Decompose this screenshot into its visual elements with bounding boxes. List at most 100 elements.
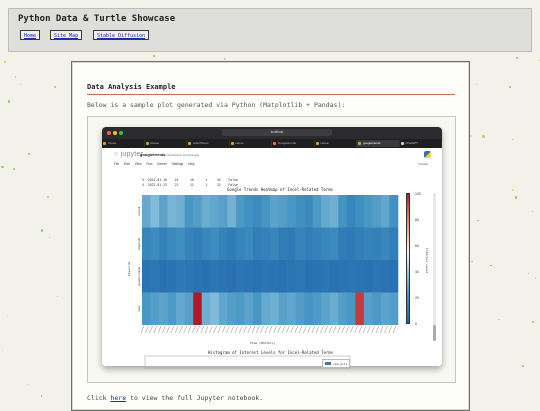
- heatmap-cell: [372, 195, 382, 228]
- heatmap-cell: [252, 292, 262, 325]
- x-tick-mark: [367, 325, 371, 334]
- x-tick-mark: [153, 325, 157, 334]
- heatmap-cell: [355, 227, 365, 260]
- heatmap-cell: [159, 195, 168, 228]
- heatmap-cell: [159, 292, 168, 325]
- heatmap-cell: [176, 292, 185, 325]
- heatmap-cell: [142, 260, 151, 293]
- heatmap-cell: [252, 227, 262, 260]
- x-tick-mark: [273, 325, 277, 334]
- x-tick-mark: [213, 325, 217, 334]
- x-tick-mark: [234, 325, 239, 334]
- heatmap-cell: [287, 292, 296, 325]
- heatmap-cell: [278, 292, 288, 325]
- heatmap-cell: [176, 227, 185, 260]
- x-tick-mark: [290, 325, 294, 334]
- x-tick-mark: [183, 325, 187, 334]
- heatmap-cell: [389, 292, 399, 325]
- heatmap-cell: [355, 260, 365, 293]
- heatmap-cell: [244, 227, 254, 260]
- heatmap-cell: [346, 227, 356, 260]
- x-tick-mark: [145, 325, 149, 334]
- x-tick-mark: [350, 325, 354, 334]
- x-tick-mark: [149, 325, 153, 334]
- x-tick-mark: [204, 325, 209, 334]
- heatmap-cell: [244, 195, 254, 228]
- x-tick-mark: [294, 325, 298, 334]
- x-tick-mark: [217, 325, 222, 334]
- colorbar-tick-label: 80: [415, 218, 419, 222]
- heatmap-cell: [261, 195, 271, 228]
- heatmap-cell: [372, 292, 382, 325]
- heatmap-cell: [159, 227, 168, 260]
- heatmap-cell: [201, 292, 211, 325]
- x-tick-mark: [187, 325, 192, 334]
- x-tick-mark: [337, 325, 341, 334]
- colorbar-tick-label: 60: [415, 244, 419, 248]
- heatmap-cell: [287, 227, 296, 260]
- heatmap-cell: [304, 292, 313, 325]
- heatmap-cell: [295, 292, 305, 325]
- heatmap-cell: [218, 227, 228, 260]
- heatmap-cell: [295, 260, 305, 293]
- heatmap-cell: [329, 292, 339, 325]
- heatmap-cell: [389, 227, 399, 260]
- heatmap-cell: [252, 195, 262, 228]
- heatmap-cell: [295, 195, 305, 228]
- heatmap-cell: [142, 227, 151, 260]
- colorbar-tick-label: 40: [415, 270, 419, 274]
- heatmap-cell: [201, 195, 211, 228]
- heatmap-cell: [372, 227, 382, 260]
- heatmap-cell: [372, 260, 382, 293]
- heatmap-cell: [167, 195, 177, 228]
- x-tick-mark: [260, 325, 264, 334]
- x-tick-mark: [243, 325, 247, 334]
- heatmap-cell: [167, 292, 177, 325]
- x-tick-mark: [298, 325, 303, 334]
- heatmap-cell: [270, 227, 279, 260]
- heatmap-cell: [338, 292, 348, 325]
- x-tick-mark: [345, 325, 350, 334]
- heatmap-cell: [210, 227, 220, 260]
- x-tick-mark: [320, 325, 324, 334]
- x-tick-mark: [174, 325, 179, 334]
- x-tick-mark: [192, 325, 196, 334]
- heatmap-row-label: black pill: [137, 238, 141, 250]
- heatmap-cell: [321, 292, 331, 325]
- x-tick-mark: [375, 325, 380, 334]
- x-tick-mark: [281, 325, 286, 334]
- x-tick-mark: [256, 325, 260, 334]
- heatmap-cell: [210, 292, 220, 325]
- x-tick-mark: [333, 325, 337, 334]
- heatmap-cell: [389, 260, 399, 293]
- x-tick-mark: [362, 325, 367, 334]
- heatmap-cell: [218, 260, 228, 293]
- heatmap-cell: [363, 227, 373, 260]
- heatmap-cell: [184, 227, 194, 260]
- heatmap-cell: [287, 260, 296, 293]
- heatmap-cell: [278, 260, 288, 293]
- heatmap-cell: [176, 260, 185, 293]
- x-tick-mark: [209, 325, 213, 334]
- heatmap-cell: [252, 260, 262, 293]
- colorbar-tick-label: 20: [415, 296, 419, 300]
- heatmap-cell: [363, 195, 373, 228]
- x-tick-mark: [358, 325, 363, 334]
- x-tick-mark: [388, 325, 392, 334]
- x-tick-mark: [371, 325, 375, 334]
- heatmap-cell: [227, 292, 237, 325]
- x-tick-mark: [251, 325, 256, 334]
- heatmap-cell: [201, 227, 211, 260]
- x-tick-mark: [277, 325, 281, 334]
- heatmap-cell: [142, 195, 151, 228]
- heatmap-cell: [150, 260, 160, 293]
- heatmap-cell: [227, 227, 237, 260]
- legend-swatch: [325, 362, 331, 365]
- heatmap-cell: [184, 292, 194, 325]
- heatmap-cell: [244, 292, 254, 325]
- heatmap-cell: [363, 292, 373, 325]
- heatmap-cell: [321, 260, 331, 293]
- heatmap-cell: [218, 292, 228, 325]
- heatmap-cell: [227, 195, 237, 228]
- x-tick-mark: [247, 325, 251, 334]
